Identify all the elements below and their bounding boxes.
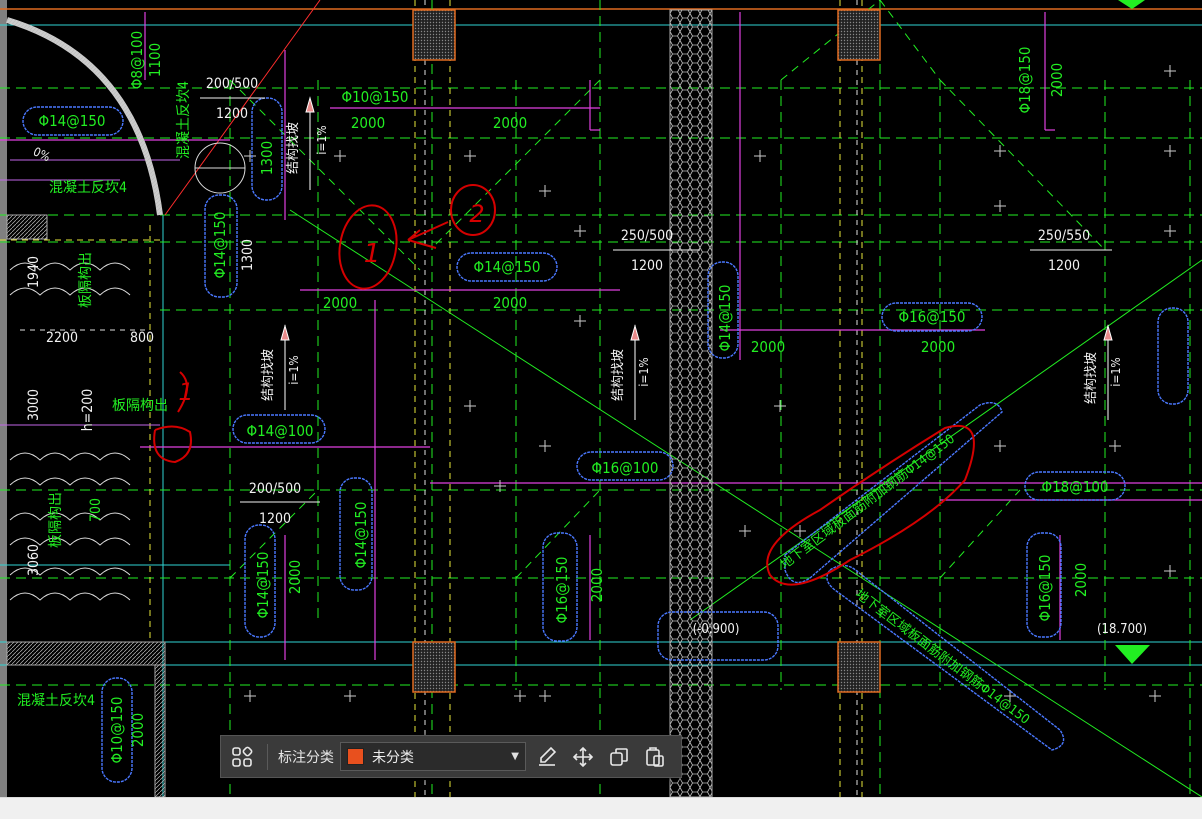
drawing-annotation-text: Φ8@100 (128, 31, 146, 89)
drawing-annotation-text: 2000 (493, 294, 527, 312)
drawing-annotation-text: 800 (130, 330, 154, 346)
drawing-annotation-text: 2000 (493, 114, 527, 132)
drawing-annotation-text: Φ16@100 (591, 459, 658, 477)
status-bar (0, 797, 1202, 819)
drawing-annotation-text: 2000 (351, 114, 385, 132)
drawing-annotation-text: 0% (31, 144, 52, 164)
drawing-annotation-text: 结构找坡 (286, 122, 301, 174)
markup-number: 1 (178, 378, 193, 406)
drawing-annotation-text: 2000 (323, 294, 357, 312)
drawing-annotation-text: 混凝土反坎4 (49, 180, 127, 196)
drawing-annotation-text: i=1% (287, 355, 301, 384)
edit-icon[interactable] (532, 742, 562, 772)
toolbar-label: 标注分类 (278, 749, 334, 766)
drawing-annotation-text: 1100 (146, 43, 164, 77)
drawing-annotation-text: 3000 (26, 389, 42, 421)
drawing-annotation-text: Φ14@150 (352, 501, 370, 568)
category-dropdown[interactable]: 未分类 ▼ (340, 742, 526, 771)
drawing-annotation-text: 2000 (588, 568, 606, 602)
drawing-annotation-text: 2000 (1072, 563, 1090, 597)
drawing-annotation-text: 2000 (1048, 63, 1066, 97)
drawing-annotation-text: 1200 (631, 258, 663, 274)
drawing-annotation-text: 250/550 (1038, 228, 1090, 244)
drawing-annotation-text: 结构找坡 (1084, 352, 1099, 404)
drawing-annotation-text: 结构找坡 (261, 349, 276, 401)
drawing-annotation-text: Φ18@150 (1016, 46, 1034, 113)
drawing-annotation-text: (18.700) (1097, 622, 1147, 637)
drawing-annotation-text: 1200 (1048, 258, 1080, 274)
drawing-annotation-text: 250/500 (621, 228, 673, 244)
drawing-annotation-text: Φ16@150 (1036, 554, 1054, 621)
grid-icon[interactable] (227, 742, 257, 772)
drawing-annotation-text: Φ14@150 (254, 551, 272, 618)
drawing-annotation-text: 1300 (240, 239, 256, 271)
drawing-annotation-text: 2000 (751, 338, 785, 356)
drawing-annotation-text: 2000 (286, 560, 304, 594)
drawing-annotation-text: Φ16@150 (553, 556, 571, 623)
cad-drawing: Φ8@100 1100200/5001200Φ14@150Φ10@1502000 2… (0, 0, 1202, 797)
drawing-annotation-text: Φ16@150 (898, 308, 965, 326)
drawing-annotation-text: 结构找坡 (611, 349, 626, 401)
drawing-annotation-text: i=1% (1109, 357, 1123, 386)
drawing-annotation-text: 板隔构出 (78, 252, 94, 308)
drawing-annotation-text: Φ18@100 (1041, 478, 1108, 496)
drawing-annotation-text: 3060 (26, 544, 42, 576)
drawing-annotation-text: 板隔构出 (48, 492, 64, 548)
drawing-annotation-text: Φ14@150 (473, 258, 540, 276)
chevron-down-icon: ▼ (511, 751, 519, 762)
drawing-annotation-text: Φ10@150 (341, 88, 408, 106)
drawing-annotation-text: 2000 (921, 338, 955, 356)
drawing-annotation-text: (-0.900) (693, 622, 740, 637)
drawing-annotation-text: 1940 (26, 256, 42, 288)
drawing-annotation-text: Φ14@150 (38, 112, 105, 130)
drawing-annotation-text: 200/500 (206, 76, 258, 92)
drawing-annotation-text: i=1% (637, 357, 651, 386)
category-selected-value: 未分类 (372, 749, 414, 766)
drawing-annotation-text: Φ14@150 (211, 211, 229, 278)
copy-icon[interactable] (604, 742, 634, 772)
markup-number: 2 (469, 200, 484, 228)
drawing-annotation-text: Φ14@150 (716, 284, 734, 351)
drawing-annotation-text: Φ14@100 (246, 422, 313, 440)
drawing-annotation-text: 2200 (46, 330, 78, 346)
drawing-annotation-text: 2000 (129, 713, 147, 747)
drawing-annotation-text: 混凝土反坎4 (17, 693, 95, 709)
cad-drawing-canvas[interactable]: Φ8@100 1100 200/500 1200 Φ14@150 Φ10@150 2000 2… (0, 0, 1202, 797)
move-icon[interactable] (568, 742, 598, 772)
paste-icon[interactable] (640, 742, 670, 772)
drawing-annotation-text: 1200 (216, 106, 248, 122)
drawing-annotation-text: 板隔构出 (112, 398, 168, 414)
category-color-swatch (347, 748, 364, 765)
drawing-annotation-text: 混凝土反坎4 (176, 81, 192, 159)
drawing-annotation-text: 200/500 (249, 481, 301, 497)
drawing-annotation-text: h=200 (80, 389, 96, 432)
annotation-toolbar: 标注分类 未分类 ▼ (220, 735, 682, 778)
drawing-annotation-text: 1300 (258, 141, 276, 175)
markup-number: 1 (364, 239, 381, 269)
drawing-annotation-text: Φ10@150 (108, 696, 126, 763)
drawing-annotation-text: 700 (88, 498, 104, 522)
toolbar-divider (267, 743, 268, 770)
drawing-annotation-text: i=1% (315, 125, 329, 154)
drawing-annotation-text: 1200 (259, 511, 291, 527)
